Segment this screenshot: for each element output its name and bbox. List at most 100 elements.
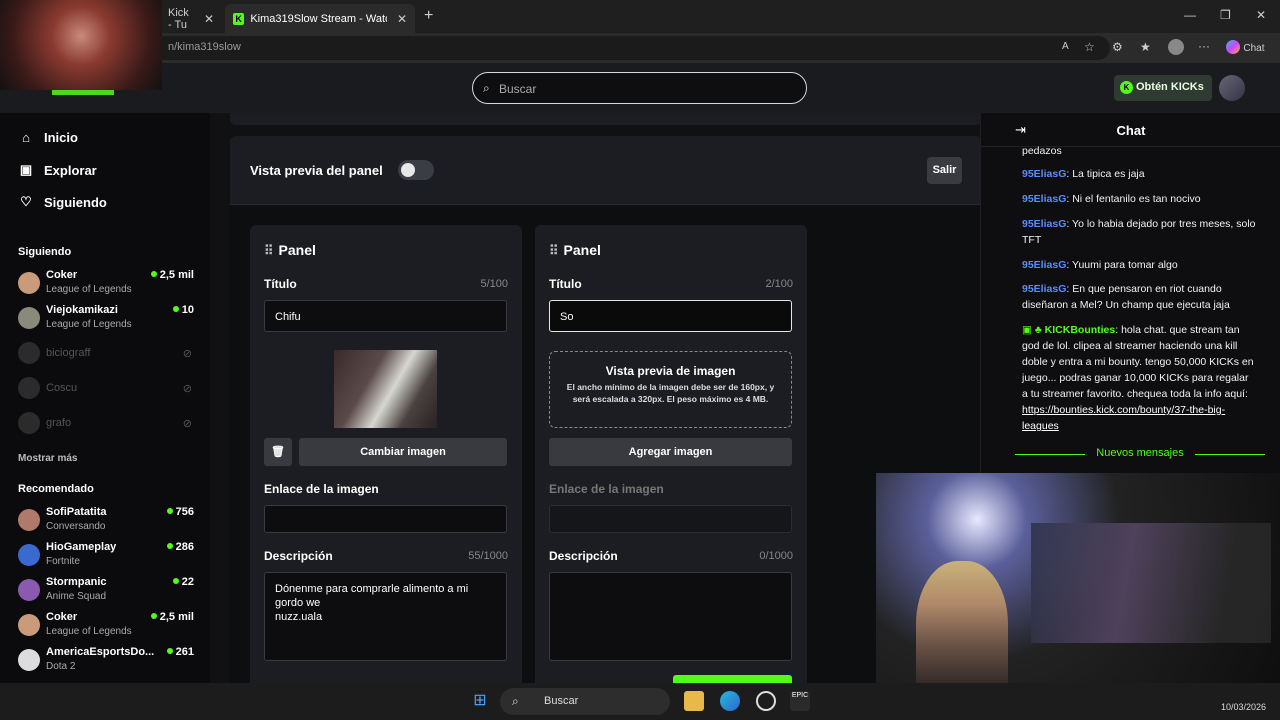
nav-home[interactable]: ⌂ Inicio [18,130,78,145]
drag-handle-icon[interactable]: ⠿ [264,243,273,258]
collections-icon[interactable]: ★ [1140,40,1151,54]
description-textarea[interactable] [549,572,792,661]
recommended-channel[interactable]: Coker League of Legends 2,5 mil [18,611,196,641]
close-icon[interactable]: ✕ [204,12,214,26]
title-input[interactable]: So [549,300,792,332]
exit-button[interactable]: Salir [927,157,962,184]
chat-message: 95EliasG: Yo lo habia dejado por tres me… [1022,218,1256,246]
window-close-icon[interactable]: ✕ [1256,8,1266,22]
image-drop-zone[interactable]: Vista previa de imagen El ancho mínimo d… [549,351,792,428]
recommended-channel[interactable]: AmericaEsportsDo... Dota 2 261 [18,646,196,676]
chat-username[interactable]: KICKBounties [1045,324,1116,336]
tab-kick-home[interactable]: Kick - Tu ✕ [160,4,222,33]
search-icon: ⌕ [512,694,519,708]
channel-name: HioGameplay [46,541,117,553]
app-icon[interactable] [756,691,776,711]
panel-editor: Vista previa del panel Salir ⠿ Panel Títu… [210,113,982,695]
channel-category: League of Legends [46,626,132,637]
windows-start-icon[interactable]: ⊞ [470,691,490,711]
chat-username[interactable]: 95EliasG [1022,218,1066,230]
search-input[interactable]: ⌕ Buscar [472,72,807,104]
avatar [18,272,40,294]
chat-message: 95EliasG: Yuumi para tomar algo [1022,259,1178,271]
maximize-icon[interactable]: ❐ [1220,8,1231,22]
offline-icon: ⊘ [182,418,192,430]
chat-username[interactable]: 95EliasG [1022,193,1066,205]
file-explorer-icon[interactable] [684,691,704,711]
windows-taskbar: ⊞ ⌕ Buscar EPIC 10/03/2026 [0,683,1280,720]
panel-card-header[interactable]: ⠿ Panel [264,242,316,259]
webcam-overlay-bottom [876,473,1280,706]
title-char-count: 2/100 [765,278,793,290]
add-image-button[interactable]: Agregar imagen [549,438,792,466]
copilot-button[interactable]: Chat [1226,40,1264,54]
taskbar-date[interactable]: 10/03/2026 [1221,702,1266,712]
description-textarea[interactable]: Dónenme para comprarle alimento a mi gor… [264,572,507,661]
chat-username[interactable]: 95EliasG [1022,259,1066,271]
chat-username[interactable]: 95EliasG [1022,168,1066,180]
delete-image-button[interactable]: 🗑 [264,438,292,466]
profile-icon[interactable] [1168,39,1184,55]
divider-line [1195,454,1265,455]
panel-preview-toggle[interactable] [398,160,434,180]
extensions-icon[interactable]: ⚙ [1112,40,1123,54]
title-input[interactable]: Chifu [264,300,507,332]
following-channel[interactable]: Viejokamikazi League of Legends 10 [18,304,196,334]
nav-label: Siguiendo [44,194,107,210]
nav-explore[interactable]: ▣ Explorar [18,162,97,178]
site-header: ⌕ Buscar K Obtén KICKs [0,63,1280,113]
epic-games-icon[interactable]: EPIC [790,691,810,711]
image-link-input[interactable] [264,505,507,533]
following-channel[interactable]: Coker League of Legends 2,5 mil [18,269,196,299]
channel-name: AmericaEsportsDo... [46,646,155,658]
read-aloud-icon[interactable]: A [1062,41,1069,52]
url-field[interactable]: n/kima319slow [140,36,1110,60]
viewer-count: 22 [172,576,194,588]
chat-message: ▣ ♣ KICKBounties: hola chat. que stream … [1022,324,1254,432]
channel-name: Stormpanic [46,576,107,588]
badge-icon: ▣ ♣ [1022,324,1045,336]
recommended-channel[interactable]: Stormpanic Anime Squad 22 [18,576,196,606]
following-channel-offline[interactable]: grafo ⊘ [18,409,196,439]
chat-username[interactable]: 95EliasG [1022,283,1066,295]
nav-following[interactable]: ♡ Siguiendo [18,194,107,210]
tab-kick-stream[interactable]: K Kima319Slow Stream - Watch Live ✕ [225,4,415,33]
tab-label: Kima319Slow Stream - Watch Live [250,12,387,25]
change-image-button[interactable]: Cambiar imagen [299,438,507,466]
live-dot [172,306,179,312]
drag-handle-icon[interactable]: ⠿ [549,243,558,258]
title-char-count: 5/100 [480,278,508,290]
favorite-star-icon[interactable]: ☆ [1084,40,1095,54]
following-section-title: Siguiendo [18,246,72,258]
panel-card-header[interactable]: ⠿ Panel [549,242,601,259]
close-icon[interactable]: ✕ [397,12,407,26]
minimize-icon[interactable]: — [1184,8,1196,22]
avatar [18,579,40,601]
channel-name: Coker [46,611,78,623]
taskbar-search[interactable]: ⌕ Buscar [500,688,670,715]
get-kicks-button[interactable]: K Obtén KICKs [1114,75,1212,101]
user-avatar[interactable] [1219,75,1245,101]
recommended-channel[interactable]: SofiPatatita Conversando 756 [18,506,196,536]
save-button[interactable] [673,675,792,683]
panel-editor-header: Vista previa del panel Salir [230,136,982,204]
image-link-label: Enlace de la imagen [264,482,379,496]
chat-title: Chat [1116,123,1146,138]
taskbar-search-label: Buscar [544,695,579,707]
viewer-count: 261 [166,646,194,658]
image-link-input[interactable] [549,505,792,533]
webcam-background [1031,523,1271,643]
bounty-link[interactable]: https://bounties.kick.com/bounty/37-the-… [1022,404,1225,432]
more-icon[interactable]: ··· [1198,39,1210,53]
recommended-channel[interactable]: HioGameplay Fortnite 286 [18,541,196,571]
channel-name: biciograff [46,347,91,359]
webcam-person [916,561,1008,701]
new-messages-divider[interactable]: Nuevos mensajes [1015,447,1265,461]
following-channel-offline[interactable]: biciograff ⊘ [18,339,196,369]
following-channel-offline[interactable]: Coscu ⊘ [18,374,196,404]
avatar [18,614,40,636]
show-more-link[interactable]: Mostrar más [18,453,77,464]
new-tab-icon[interactable]: + [424,7,433,25]
edge-browser-icon[interactable] [720,691,740,711]
nav-label: Explorar [44,162,97,178]
